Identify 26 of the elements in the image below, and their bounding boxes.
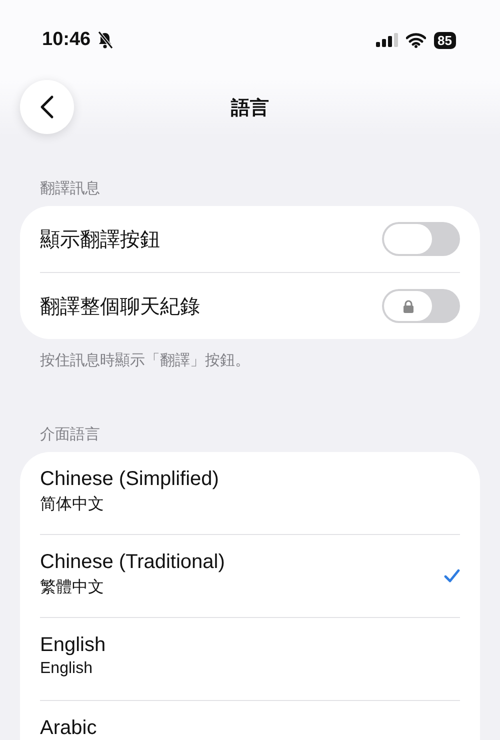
language-name: English (40, 634, 106, 657)
language-item[interactable]: Chinese (Traditional) 繁體中文 (40, 535, 460, 618)
wifi-icon (406, 32, 426, 48)
setting-label: 翻譯整個聊天紀錄 (40, 294, 200, 320)
battery-level: 85 (434, 32, 456, 48)
chevron-left-icon (40, 95, 54, 119)
page-title: 語言 (231, 96, 269, 121)
status-time: 10:46 (42, 29, 91, 51)
section-title: 介面語言 (40, 425, 101, 444)
language-native-name: 繁體中文 (40, 578, 105, 598)
language-native-name: 简体中文 (40, 494, 105, 515)
toggle-switch[interactable] (382, 289, 460, 323)
language-name: Chinese (Traditional) (40, 551, 225, 574)
footer-note: 按住訊息時顯示「翻譯」按鈕。 (40, 351, 251, 370)
toggle-switch[interactable] (382, 222, 460, 256)
language-name: Chinese (Simplified) (40, 468, 219, 491)
checkmark-icon (444, 569, 460, 583)
language-item[interactable]: Arabic (40, 701, 460, 740)
language-native-name: English (40, 660, 94, 678)
language-name: Arabic (40, 717, 97, 740)
language-item[interactable]: Chinese (Simplified) 简体中文 (40, 452, 460, 535)
setting-label: 顯示翻譯按鈕 (40, 228, 160, 252)
signal-icon (376, 33, 398, 47)
section-title: 翻譯訊息 (40, 179, 101, 198)
lock-icon (402, 300, 414, 312)
language-item[interactable]: English English (40, 618, 460, 701)
